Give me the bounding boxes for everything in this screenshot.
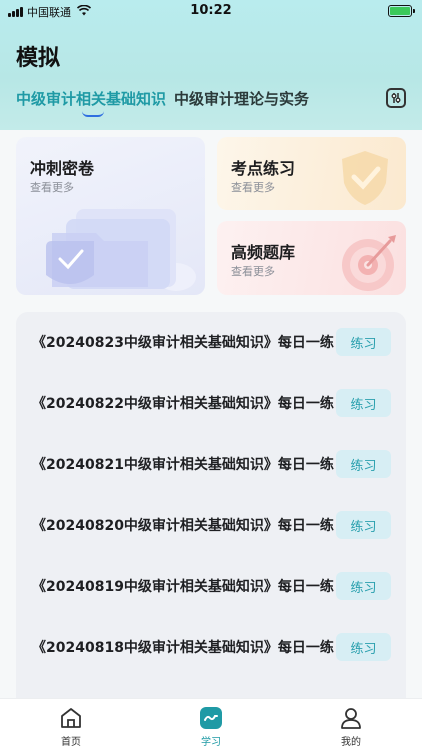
tab-audit-theory[interactable]: 中级审计理论与实务 [174,88,309,109]
frequent-bank-more-link[interactable]: 查看更多 [231,263,275,279]
active-tab-indicator [82,111,104,117]
list-item[interactable]: 《20240823中级审计相关基础知识》每日一练 练习 [16,312,406,373]
bottom-nav: 首页 学习 我的 [0,698,422,750]
key-points-title: 考点练习 [231,159,296,178]
list-item[interactable]: 《20240820中级审计相关基础知识》每日一练 练习 [16,495,406,556]
profile-icon [341,708,361,729]
nav-study[interactable]: 学习 [181,705,241,748]
tab-audit-basics[interactable]: 中级审计相关基础知识 [16,88,166,109]
list-item-title: 《20240821中级审计相关基础知识》每日一练 [32,457,334,473]
practice-button[interactable]: 练习 [336,572,391,600]
practice-button[interactable]: 练习 [336,633,391,661]
list-item-title: 《20240818中级审计相关基础知识》每日一练 [32,640,334,656]
clock: 10:22 [190,3,232,18]
page-title: 模拟 [16,46,61,71]
list-item-title: 《20240822中级审计相关基础知识》每日一练 [32,396,334,412]
target-icon [342,235,396,291]
list-item[interactable]: 《20240822中级审计相关基础知识》每日一练 练习 [16,373,406,434]
nav-profile[interactable]: 我的 [321,705,381,748]
battery-icon [388,5,415,17]
mock-paper-card[interactable]: 冲刺密卷 查看更多 [16,137,205,295]
switch-subject-icon[interactable] [386,88,406,108]
list-item-title: 《20240819中级审计相关基础知识》每日一练 [32,579,334,595]
status-bar: 中国联通 10:22 [0,0,422,24]
exam-list: 《20240823中级审计相关基础知识》每日一练 练习 《20240822中级审… [16,312,406,712]
folder-illustration-icon [46,209,196,291]
list-item[interactable]: 《20240818中级审计相关基础知识》每日一练 练习 [16,617,406,678]
list-item-title: 《20240820中级审计相关基础知识》每日一练 [32,518,334,534]
subject-tabs: 中级审计相关基础知识 中级审计理论与实务 [16,88,309,109]
practice-button[interactable]: 练习 [336,389,391,417]
practice-button[interactable]: 练习 [336,328,391,356]
practice-button[interactable]: 练习 [336,511,391,539]
shield-check-icon [342,151,388,205]
key-points-card[interactable]: 考点练习 查看更多 [217,137,406,210]
frequent-bank-card[interactable]: 高频题库 查看更多 [217,221,406,295]
key-points-more-link[interactable]: 查看更多 [231,179,275,195]
frequent-bank-title: 高频题库 [231,243,296,262]
list-item[interactable]: 《20240821中级审计相关基础知识》每日一练 练习 [16,434,406,495]
list-item[interactable]: 《20240819中级审计相关基础知识》每日一练 练习 [16,556,406,617]
study-icon [200,707,222,729]
home-icon [61,708,81,728]
nav-study-label: 学习 [201,737,221,748]
nav-home-label: 首页 [61,737,81,748]
nav-home[interactable]: 首页 [41,705,101,748]
list-item-title: 《20240823中级审计相关基础知识》每日一练 [32,335,334,351]
practice-button[interactable]: 练习 [336,450,391,478]
nav-profile-label: 我的 [341,737,361,748]
